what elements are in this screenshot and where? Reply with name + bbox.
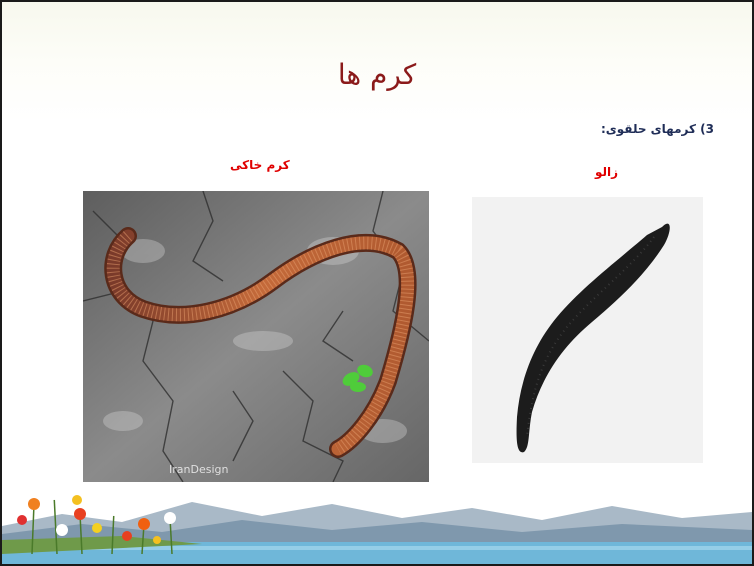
earthworm-photo: IranDesign (82, 190, 430, 483)
section-subheading: 3) کرمهای حلقوی: (600, 122, 714, 136)
leech-photo (472, 197, 703, 463)
slide: کرم ها 3) کرمهای حلقوی: کرم خاکی زالو Ir… (0, 0, 754, 566)
earthworm-caption: کرم خاکی (230, 158, 290, 172)
footer-banner (2, 484, 752, 564)
watermark: IranDesign (169, 463, 229, 476)
leech-caption: زالو (595, 165, 619, 179)
slide-title: کرم ها (337, 58, 417, 91)
